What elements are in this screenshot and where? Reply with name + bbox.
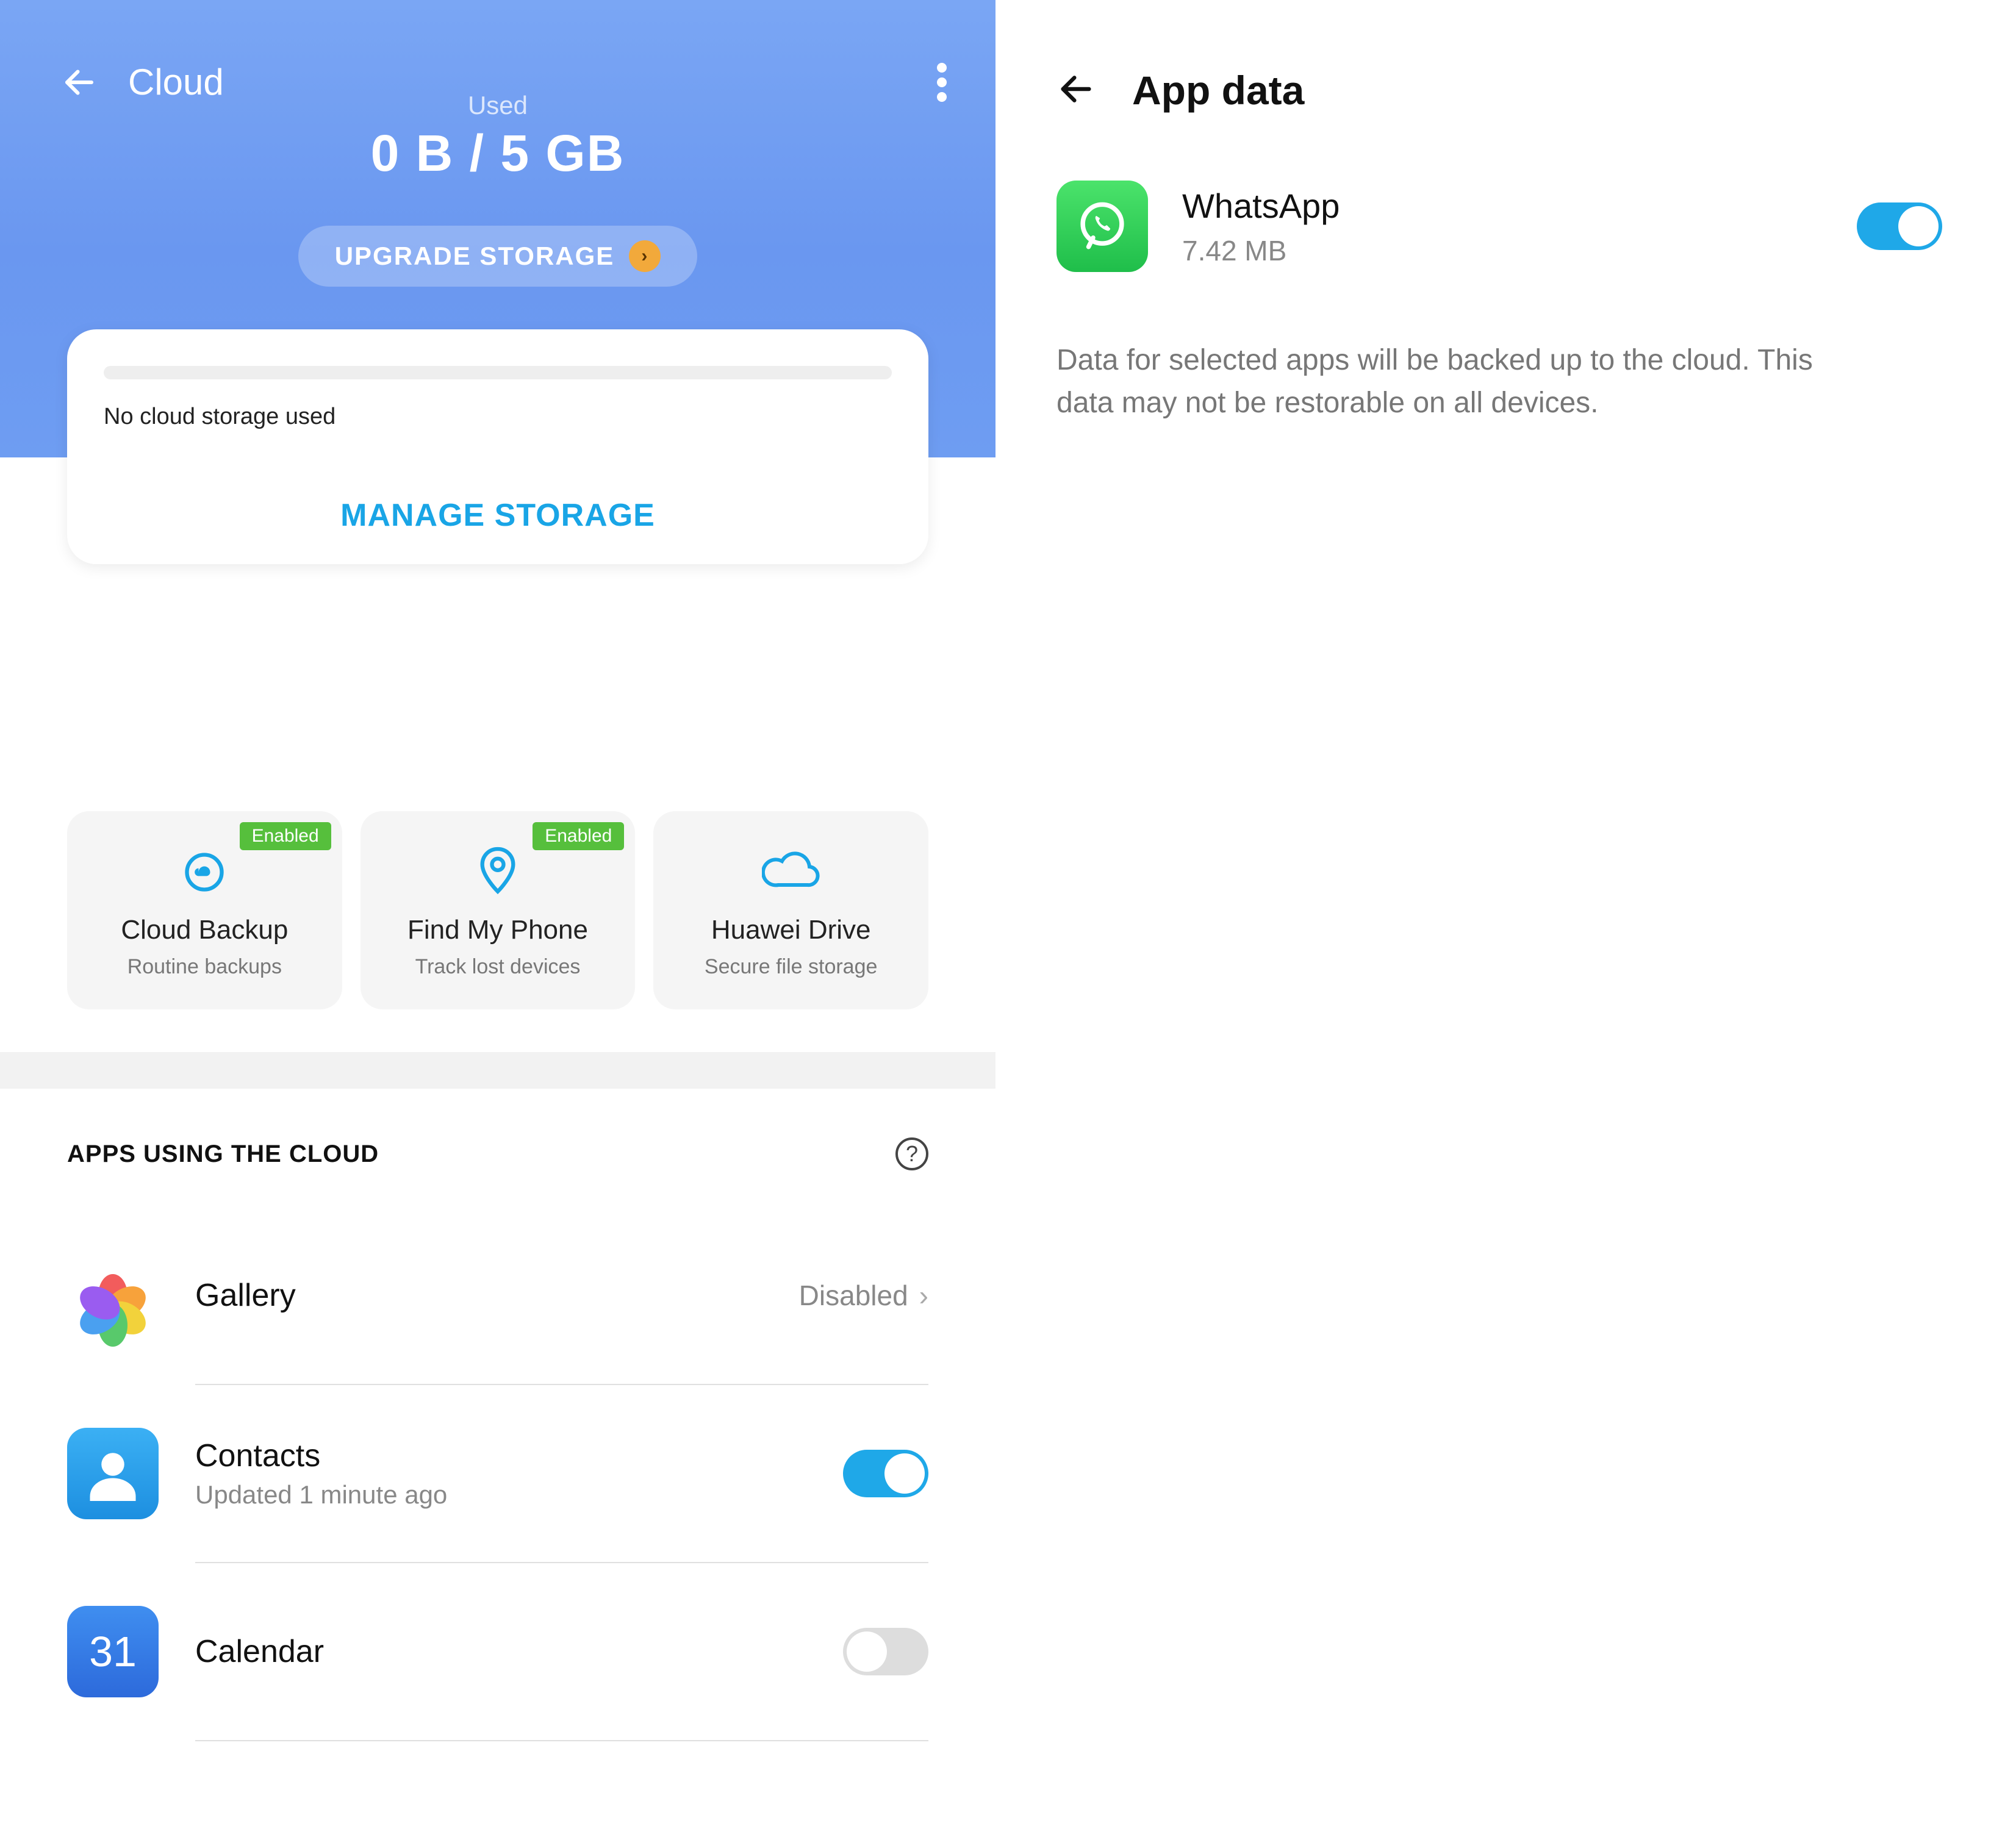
storage-card: No cloud storage used MANAGE STORAGE [67,329,928,564]
feature-title: Cloud Backup [79,915,330,945]
feature-cloud-backup[interactable]: Enabled Cloud Backup Routine backups [67,811,342,1009]
cloud-settings-pane: Cloud Used 0 B / 5 GB UPGRADE STORAGE › … [0,0,996,1848]
status-label: Disabled [799,1279,908,1312]
app-sub: Updated 1 minute ago [195,1480,806,1510]
app-size: 7.42 MB [1182,234,1823,267]
app-data-topbar: App data [1056,67,1942,113]
usage-block: Used 0 B / 5 GB [0,91,996,183]
feature-sub: Track lost devices [373,955,623,979]
app-text: WhatsApp 7.42 MB [1182,186,1823,267]
calendar-icon: 31 [67,1606,159,1697]
back-icon[interactable] [1056,70,1096,112]
cloud-backup-icon [79,848,330,897]
feature-huawei-drive[interactable]: Huawei Drive Secure file storage [653,811,928,1009]
app-status-group: Disabled › [799,1279,928,1312]
app-row-whatsapp[interactable]: WhatsApp 7.42 MB [1056,181,1942,272]
app-list: Gallery Disabled › Contacts Updated 1 mi… [67,1207,928,1741]
location-icon [373,848,623,897]
app-name: Gallery [195,1277,762,1314]
toggle-contacts[interactable] [843,1450,928,1497]
cloud-drive-icon [665,848,916,897]
backup-description: Data for selected apps will be backed up… [1056,339,1849,424]
section-divider [0,1052,996,1089]
feature-title: Huawei Drive [665,915,916,945]
enabled-badge: Enabled [533,822,624,850]
app-row-contacts[interactable]: Contacts Updated 1 minute ago [67,1385,928,1562]
usage-value: 0 B / 5 GB [0,124,996,183]
calendar-day: 31 [89,1627,137,1676]
gallery-icon [67,1250,159,1341]
app-name: Contacts [195,1438,806,1474]
feature-tiles: Enabled Cloud Backup Routine backups Ena… [0,811,996,1009]
app-text: Calendar [195,1633,806,1670]
chevron-right-icon: › [919,1279,928,1312]
cloud-header: Cloud Used 0 B / 5 GB UPGRADE STORAGE › … [0,0,996,457]
back-icon[interactable] [61,64,98,101]
app-data-pane: App data WhatsApp 7.42 MB Data for selec… [996,0,1991,1848]
toggle-calendar[interactable] [843,1628,928,1675]
app-text: Contacts Updated 1 minute ago [195,1438,806,1510]
toggle-whatsapp[interactable] [1857,202,1942,250]
whatsapp-icon [1056,181,1148,272]
apps-header: APPS USING THE CLOUD ? [67,1137,928,1170]
feature-title: Find My Phone [373,915,623,945]
feature-find-my-phone[interactable]: Enabled Find My Phone Track lost devices [361,811,636,1009]
feature-sub: Routine backups [79,955,330,979]
topbar-left: Cloud [61,61,224,103]
storage-progress-bar [104,366,892,379]
feature-sub: Secure file storage [665,955,916,979]
apps-title: APPS USING THE CLOUD [67,1141,379,1168]
apps-section: APPS USING THE CLOUD ? Gallery [0,1089,996,1741]
help-icon[interactable]: ? [895,1137,928,1170]
app-name: Calendar [195,1633,806,1670]
contacts-icon [67,1428,159,1519]
app-text: Gallery [195,1277,762,1314]
manage-storage-button[interactable]: MANAGE STORAGE [104,497,892,534]
storage-message: No cloud storage used [104,404,892,430]
app-row-gallery[interactable]: Gallery Disabled › [67,1207,928,1384]
more-icon[interactable] [937,63,947,102]
app-row-calendar[interactable]: 31 Calendar [67,1563,928,1740]
enabled-badge: Enabled [240,822,331,850]
app-name: WhatsApp [1182,186,1823,226]
page-title: App data [1132,67,1304,113]
chevron-right-icon: › [629,240,661,272]
page-title: Cloud [128,61,224,103]
upgrade-storage-button[interactable]: UPGRADE STORAGE › [298,226,698,287]
upgrade-label: UPGRADE STORAGE [335,242,615,271]
